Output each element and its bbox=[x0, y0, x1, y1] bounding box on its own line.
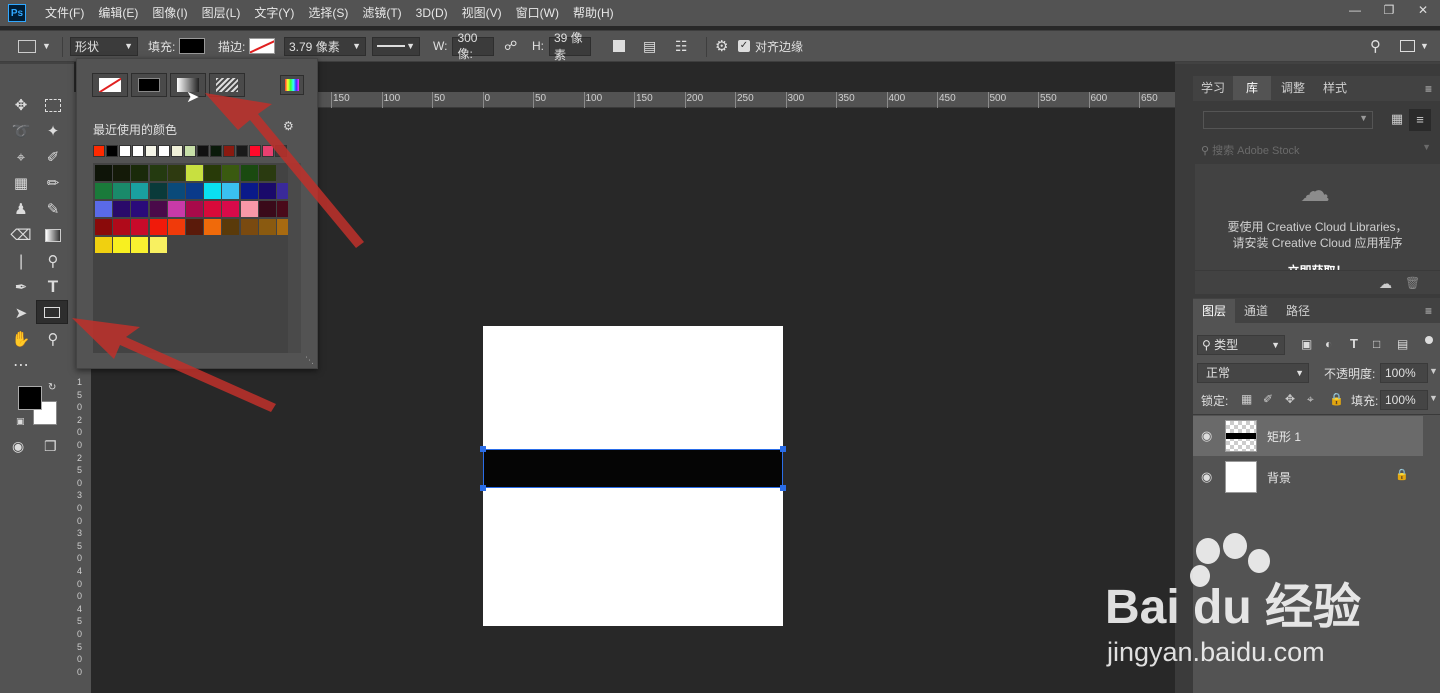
paw-icon bbox=[1190, 533, 1270, 587]
annotation-arrow-1 bbox=[205, 93, 364, 248]
baidu-jingyan-watermark: Bai du 经验 jingyan.baidu.com bbox=[1105, 533, 1361, 667]
foreground-color-swatch[interactable] bbox=[18, 386, 42, 410]
annotation-arrow-2 bbox=[72, 318, 276, 412]
watermark-brand: Bai du 经验 bbox=[1105, 581, 1361, 634]
watermark-url: jingyan.baidu.com bbox=[1106, 637, 1325, 667]
